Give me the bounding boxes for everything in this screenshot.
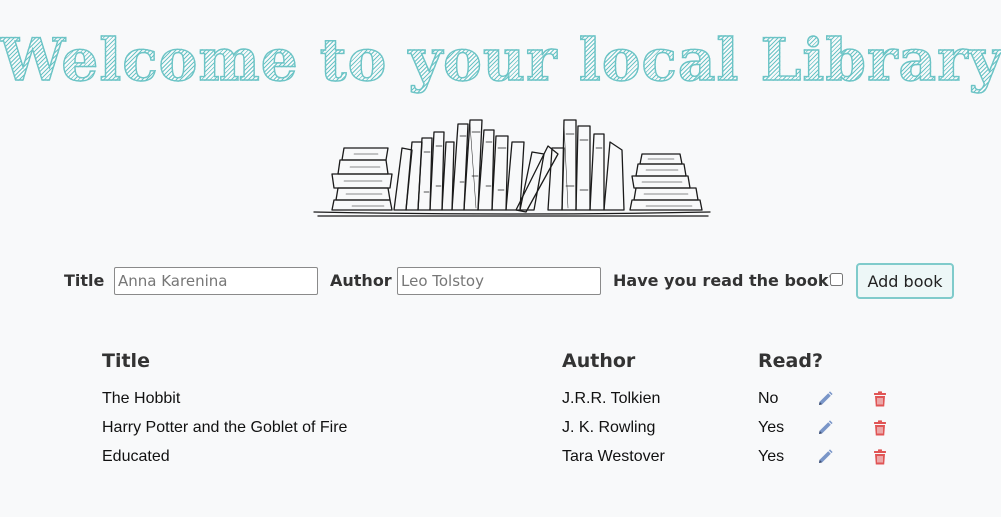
bookshelf-illustration [313, 119, 711, 217]
book-read-status: No [758, 390, 779, 407]
title-input[interactable] [114, 267, 318, 295]
author-label: Author [330, 271, 392, 290]
pencil-icon[interactable] [816, 390, 834, 408]
book-read-status: Yes [758, 448, 785, 465]
pencil-icon[interactable] [816, 448, 834, 466]
author-input[interactable] [397, 267, 601, 295]
read-label: Have you read the book? [613, 271, 838, 290]
add-book-button[interactable]: Add book [856, 263, 954, 299]
book-title: Educated [102, 448, 170, 465]
book-title: The Hobbit [102, 390, 181, 407]
library-page: Welcome to your local Library! Title Ann… [0, 0, 1001, 517]
table-row: Educated Tara Westover Yes [0, 445, 1001, 474]
table-row: Harry Potter and the Goblet of Fire J. K… [0, 416, 1001, 445]
title-label: Title [64, 271, 105, 290]
pencil-icon[interactable] [816, 419, 834, 437]
page-title: Welcome to your local Library! [0, 25, 1001, 94]
book-read-status: Yes [758, 419, 785, 436]
column-header-title: Title [102, 350, 150, 372]
book-author: J.R.R. Tolkien [562, 390, 661, 407]
read-checkbox[interactable] [830, 273, 843, 286]
table-row: The Hobbit J.R.R. Tolkien No [0, 387, 1001, 416]
trash-icon[interactable] [871, 390, 889, 408]
add-book-form: Title Author Have you read the book? Add… [0, 263, 1001, 299]
book-author: Tara Westover [562, 448, 665, 465]
column-header-author: Author [562, 350, 636, 372]
book-author: J. K. Rowling [562, 419, 656, 436]
column-header-read: Read? [758, 350, 823, 372]
trash-icon[interactable] [871, 448, 889, 466]
trash-icon[interactable] [871, 419, 889, 437]
book-title: Harry Potter and the Goblet of Fire [102, 419, 348, 436]
